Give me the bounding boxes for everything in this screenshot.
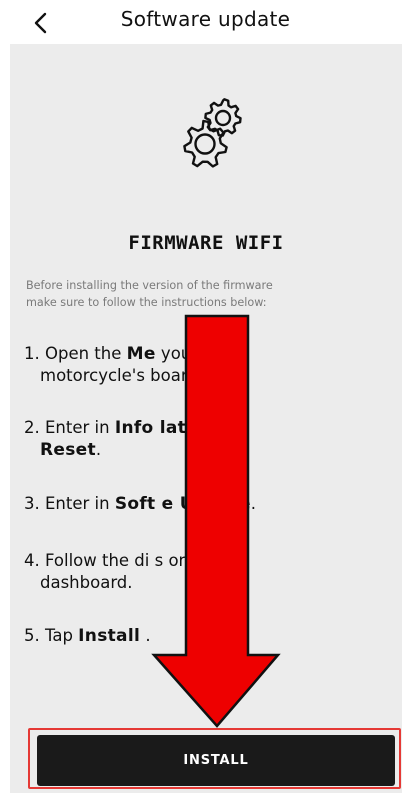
step-4-continuation: dashboard. bbox=[40, 573, 133, 592]
install-button[interactable]: INSTALL bbox=[37, 735, 395, 786]
step-2-bold: Info late e bbox=[114, 418, 216, 438]
step-4-text: 4. Follow the di s on the bbox=[24, 551, 222, 570]
step-5: 5. Tap Install . bbox=[24, 625, 399, 647]
step-1-bold: Me bbox=[126, 344, 156, 364]
page-title: Software update bbox=[120, 7, 291, 31]
step-2-text: 2. Enter in bbox=[24, 418, 115, 437]
step-1-text-end: your bbox=[155, 344, 199, 363]
step-5-bold: Install bbox=[78, 626, 141, 646]
gears-icon bbox=[183, 98, 242, 168]
software-update-screen: Software update FIRMWARE WIFI Before ins… bbox=[0, 0, 411, 793]
intro-line-2: make sure to follow the instructions bel… bbox=[26, 296, 267, 309]
intro-line-1: Before installing the version of the fir… bbox=[26, 279, 273, 292]
header-bar: Software update bbox=[0, 0, 411, 44]
content-panel: FIRMWARE WIFI Before installing the vers… bbox=[10, 44, 402, 793]
step-4: 4. Follow the di s on the dashboard. bbox=[24, 550, 399, 594]
step-1: 1. Open the Me your motorcycle's board. bbox=[24, 343, 399, 387]
step-1-text: 1. Open the bbox=[24, 344, 127, 363]
step-5-text: 5. Tap bbox=[24, 626, 79, 645]
step-2: 2. Enter in Info late e Reset. bbox=[24, 417, 399, 461]
step-5-text-end: . bbox=[140, 626, 151, 645]
step-3-text-end: . bbox=[250, 494, 257, 513]
step-3: 3. Enter in Soft e Update. bbox=[24, 493, 399, 515]
step-2-cont-bold: Reset bbox=[40, 440, 96, 460]
step-1-continuation: motorcycle's board. bbox=[40, 366, 204, 385]
intro-text: Before installing the version of the fir… bbox=[26, 277, 394, 311]
step-2-continuation: Reset. bbox=[24, 439, 399, 461]
step-2-cont-end: . bbox=[95, 440, 102, 459]
firmware-title: FIRMWARE WIFI bbox=[128, 232, 284, 254]
step-3-text: 3. Enter in bbox=[24, 494, 115, 513]
step-3-bold: Soft e Update bbox=[114, 494, 251, 514]
